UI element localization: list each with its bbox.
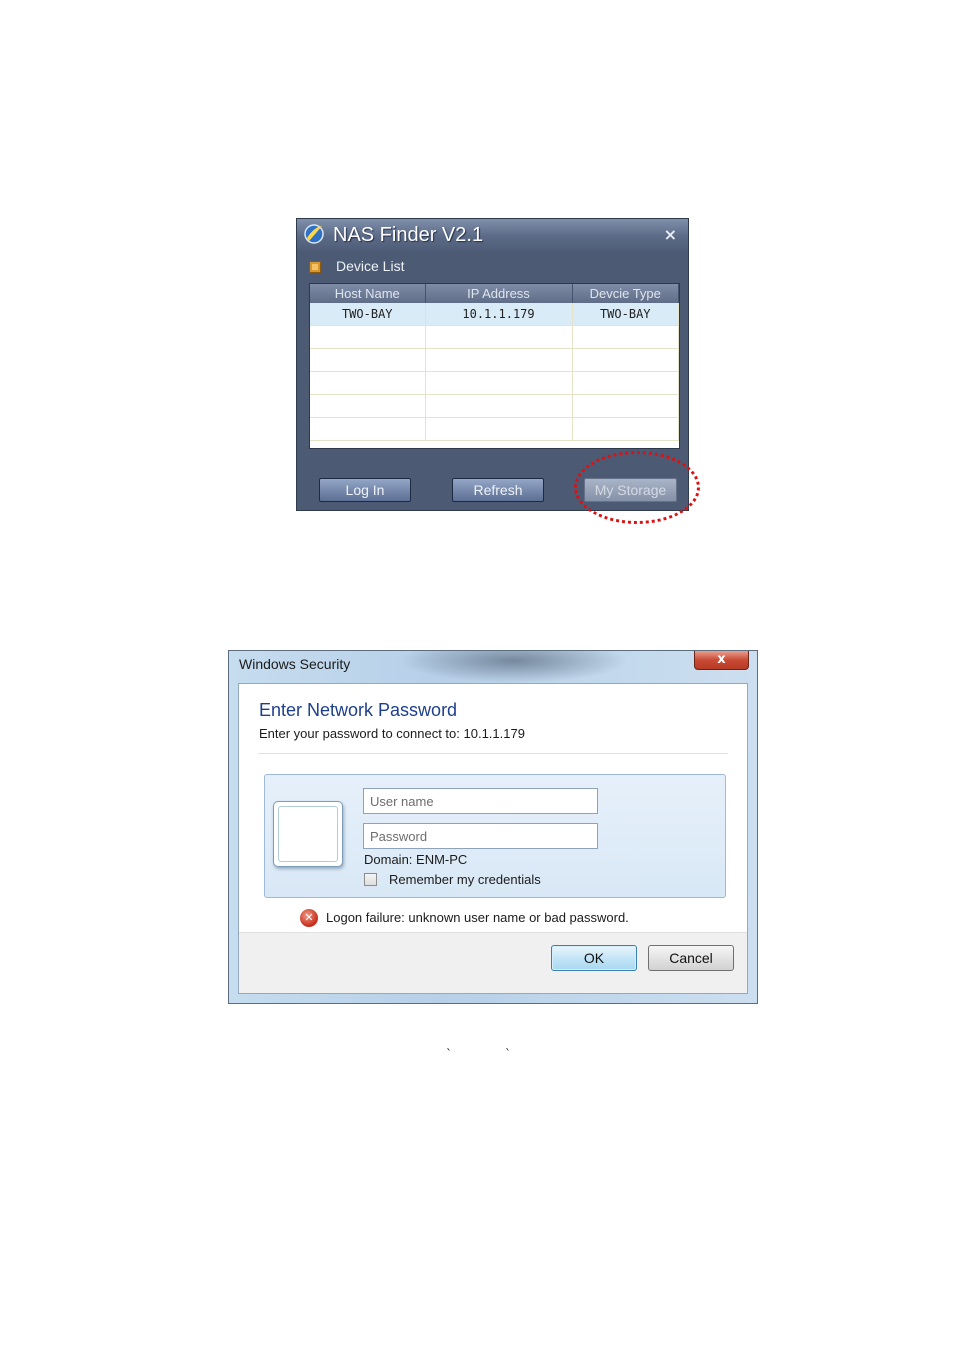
device-list-table: Host Name IP Address Devcie Type TWO-BAY…	[309, 283, 680, 449]
cancel-button[interactable]: Cancel	[648, 945, 734, 971]
table-header-row: Host Name IP Address Devcie Type	[310, 284, 679, 303]
host-name-cell: TWO-BAY	[310, 303, 426, 326]
ok-button[interactable]: OK	[551, 945, 637, 971]
title-bar[interactable]: NAS Finder V2.1 ×	[297, 219, 688, 251]
nas-finder-logo-icon	[304, 224, 324, 244]
device-list-icon	[309, 261, 321, 273]
credential-panel: Domain: ENM-PC Remember my credentials	[264, 774, 726, 898]
my-storage-highlight-circle	[574, 451, 700, 524]
close-icon[interactable]: ×	[664, 225, 677, 244]
empty-table-row	[310, 371, 679, 395]
column-header-ip-address[interactable]: IP Address	[425, 284, 573, 303]
dialog-subtitle: Enter your password to connect to: 10.1.…	[259, 726, 525, 741]
stray-mark: `	[446, 1047, 452, 1061]
empty-table-row	[310, 348, 679, 372]
title-bar-glass	[399, 651, 629, 683]
username-input[interactable]	[363, 788, 598, 814]
dialog-footer: OK Cancel	[239, 932, 747, 993]
column-header-device-type[interactable]: Devcie Type	[572, 284, 679, 303]
user-tile-icon	[273, 801, 343, 867]
device-list-label: Device List	[336, 258, 405, 274]
log-in-button[interactable]: Log In	[319, 478, 411, 502]
column-header-host-name[interactable]: Host Name	[310, 284, 426, 303]
remember-credentials-checkbox[interactable]	[364, 873, 377, 886]
table-row[interactable]: TWO-BAY 10.1.1.179 TWO-BAY	[310, 303, 679, 326]
empty-table-row	[310, 417, 679, 441]
password-input[interactable]	[363, 823, 598, 849]
domain-label: Domain: ENM-PC	[364, 852, 468, 867]
dialog-heading: Enter Network Password	[259, 700, 458, 720]
dialog-title: Windows Security	[239, 656, 351, 672]
empty-table-row	[310, 394, 679, 418]
device-type-cell: TWO-BAY	[572, 303, 679, 326]
windows-security-dialog: Windows Security x Enter Network Passwor…	[228, 650, 758, 1004]
divider	[258, 753, 728, 754]
error-message: Logon failure: unknown user name or bad …	[326, 910, 629, 925]
ip-address-cell: 10.1.1.179	[425, 303, 573, 326]
window-title: NAS Finder V2.1	[333, 224, 484, 246]
close-button[interactable]: x	[694, 651, 749, 670]
refresh-button[interactable]: Refresh	[452, 478, 544, 502]
dialog-body: Enter Network Password Enter your passwo…	[238, 683, 748, 994]
empty-table-row	[310, 325, 679, 349]
stray-mark: `	[505, 1047, 511, 1061]
error-icon: ✕	[300, 909, 318, 927]
remember-credentials-label[interactable]: Remember my credentials	[389, 872, 541, 887]
